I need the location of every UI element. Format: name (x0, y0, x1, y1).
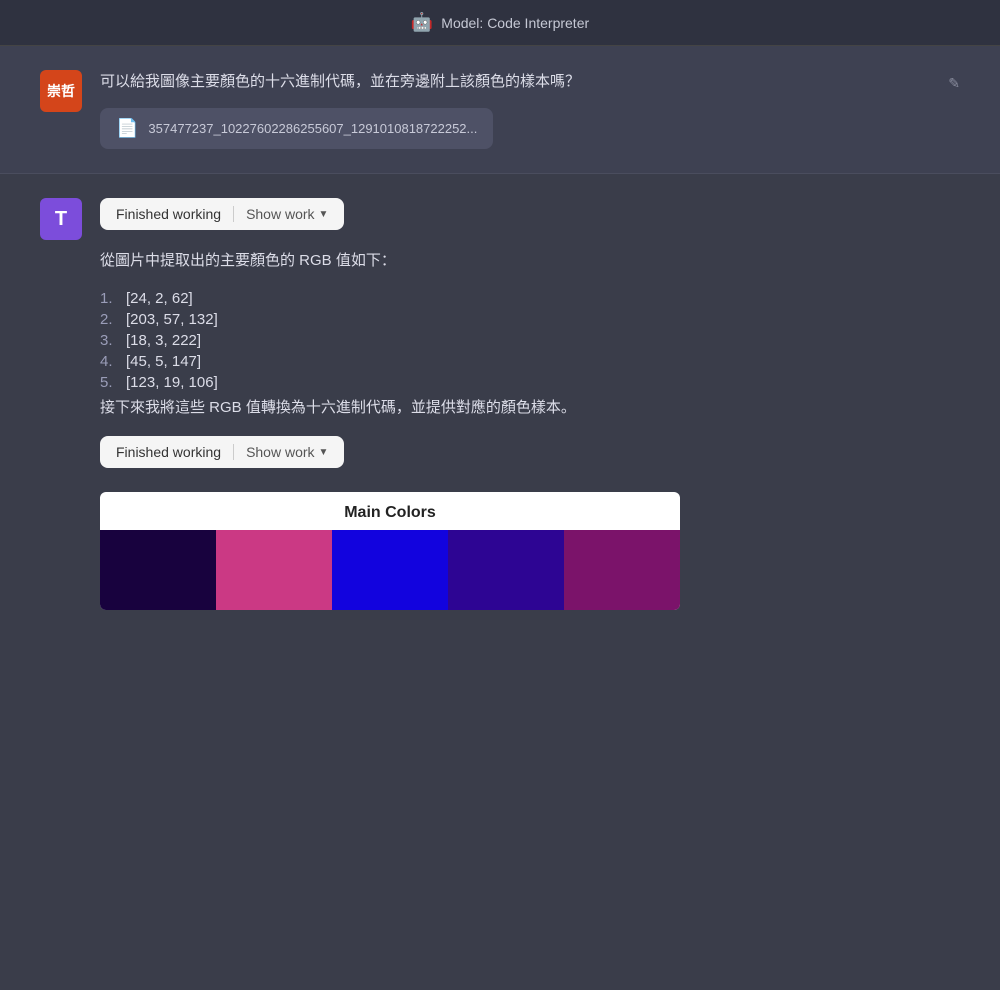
app-header: 🤖 Model: Code Interpreter (0, 0, 1000, 46)
color-swatches (100, 530, 680, 610)
rgb-item-value: [24, 2, 62] (126, 290, 193, 307)
file-icon: 📄 (116, 118, 138, 139)
rgb-item-value: [45, 5, 147] (126, 353, 201, 370)
rgb-item-value: [18, 3, 222] (126, 332, 201, 349)
show-work-divider-1 (233, 206, 234, 222)
header-title: Model: Code Interpreter (441, 15, 589, 31)
color-swatch (448, 530, 564, 610)
response-middle-text: 接下來我將這些 RGB 值轉換為十六進制代碼，並提供對應的顏色樣本。 (100, 395, 960, 421)
show-work-widget-2[interactable]: Finished working Show work ▼ (100, 436, 344, 468)
color-swatch (332, 530, 448, 610)
rgb-list-item: 5.[123, 19, 106] (100, 374, 960, 391)
rgb-list-item: 1.[24, 2, 62] (100, 290, 960, 307)
rgb-item-number: 3. (100, 332, 122, 349)
show-work-divider-2 (233, 444, 234, 460)
assistant-message-content: Finished working Show work ▼ 從圖片中提取出的主要顏… (100, 198, 960, 610)
user-message-text: 可以給我圖像主要顏色的十六進制代碼，並在旁邊附上該顏色的樣本嗎？ ✎ (100, 70, 960, 94)
color-swatch (216, 530, 332, 610)
color-chart-title: Main Colors (100, 492, 680, 530)
finished-working-label-2: Finished working (116, 444, 221, 460)
chevron-down-icon-1: ▼ (319, 209, 329, 220)
rgb-item-number: 1. (100, 290, 122, 307)
chevron-down-icon-2: ▼ (319, 447, 329, 458)
file-attachment[interactable]: 📄 357477237_10227602286255607_1291010818… (100, 108, 493, 149)
show-work-widget-1[interactable]: Finished working Show work ▼ (100, 198, 344, 230)
user-question-text: 可以給我圖像主要顏色的十六進制代碼，並在旁邊附上該顏色的樣本嗎？ (100, 70, 948, 94)
color-swatch (564, 530, 680, 610)
rgb-list-item: 4.[45, 5, 147] (100, 353, 960, 370)
rgb-item-number: 4. (100, 353, 122, 370)
robot-icon: 🤖 (411, 12, 433, 33)
edit-icon[interactable]: ✎ (948, 72, 960, 94)
chat-container: 崇哲 可以給我圖像主要顏色的十六進制代碼，並在旁邊附上該顏色的樣本嗎？ ✎ 📄 … (0, 46, 1000, 634)
show-work-link-1[interactable]: Show work ▼ (246, 206, 328, 222)
color-swatch (100, 530, 216, 610)
rgb-list-item: 3.[18, 3, 222] (100, 332, 960, 349)
rgb-item-number: 2. (100, 311, 122, 328)
rgb-list: 1.[24, 2, 62]2.[203, 57, 132]3.[18, 3, 2… (100, 290, 960, 391)
assistant-avatar: T (40, 198, 82, 240)
file-name-label: 357477237_10227602286255607_129101081872… (148, 121, 477, 136)
rgb-item-number: 5. (100, 374, 122, 391)
rgb-item-value: [123, 19, 106] (126, 374, 218, 391)
rgb-item-value: [203, 57, 132] (126, 311, 218, 328)
color-chart-container: Main Colors (100, 492, 680, 610)
user-avatar: 崇哲 (40, 70, 82, 112)
show-work-link-2[interactable]: Show work ▼ (246, 444, 328, 460)
user-message-content: 可以給我圖像主要顏色的十六進制代碼，並在旁邊附上該顏色的樣本嗎？ ✎ 📄 357… (100, 70, 960, 149)
assistant-block-wrapper: T Finished working Show work ▼ 從圖片中提取出的主… (0, 174, 1000, 634)
user-message-block: 崇哲 可以給我圖像主要顏色的十六進制代碼，並在旁邊附上該顏色的樣本嗎？ ✎ 📄 … (0, 46, 1000, 174)
response-intro-text: 從圖片中提取出的主要顏色的 RGB 值如下： (100, 248, 960, 274)
finished-working-label-1: Finished working (116, 206, 221, 222)
rgb-list-item: 2.[203, 57, 132] (100, 311, 960, 328)
assistant-message-block: T Finished working Show work ▼ 從圖片中提取出的主… (0, 174, 1000, 634)
